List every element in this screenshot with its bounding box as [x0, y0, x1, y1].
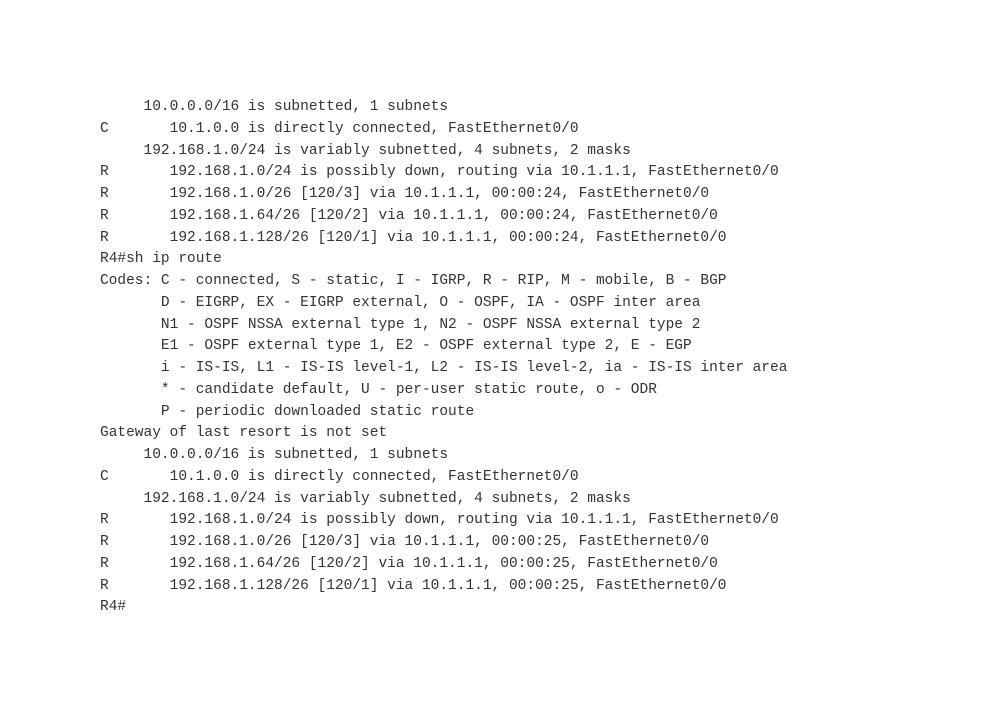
- terminal-output[interactable]: 10.0.0.0/16 is subnetted, 1 subnetsC 10.…: [0, 97, 1000, 619]
- codes-legend-line: N1 - OSPF NSSA external type 1, N2 - OSP…: [100, 315, 1000, 337]
- codes-legend-line: * - candidate default, U - per-user stat…: [100, 380, 1000, 402]
- codes-legend-line: P - periodic downloaded static route: [100, 402, 1000, 424]
- route-entry-line: 10.0.0.0/16 is subnetted, 1 subnets: [100, 97, 1000, 119]
- route-entry-line: 10.0.0.0/16 is subnetted, 1 subnets: [100, 445, 1000, 467]
- codes-legend-line: i - IS-IS, L1 - IS-IS level-1, L2 - IS-I…: [100, 358, 1000, 380]
- route-entry-line: R 192.168.1.64/26 [120/2] via 10.1.1.1, …: [100, 554, 1000, 576]
- route-entry-line: R 192.168.1.0/26 [120/3] via 10.1.1.1, 0…: [100, 532, 1000, 554]
- codes-legend-line: D - EIGRP, EX - EIGRP external, O - OSPF…: [100, 293, 1000, 315]
- route-entry-line: R 192.168.1.64/26 [120/2] via 10.1.1.1, …: [100, 206, 1000, 228]
- command-prompt-line: R4#sh ip route: [100, 249, 1000, 271]
- route-entry-line: 192.168.1.0/24 is variably subnetted, 4 …: [100, 489, 1000, 511]
- route-entry-line: R 192.168.1.0/26 [120/3] via 10.1.1.1, 0…: [100, 184, 1000, 206]
- route-entry-line: 192.168.1.0/24 is variably subnetted, 4 …: [100, 141, 1000, 163]
- gateway-status-line: Gateway of last resort is not set: [100, 423, 1000, 445]
- route-entry-line: R 192.168.1.128/26 [120/1] via 10.1.1.1,…: [100, 228, 1000, 250]
- codes-legend-line: Codes: C - connected, S - static, I - IG…: [100, 271, 1000, 293]
- route-entry-line: R 192.168.1.128/26 [120/1] via 10.1.1.1,…: [100, 576, 1000, 598]
- route-entry-line: C 10.1.0.0 is directly connected, FastEt…: [100, 467, 1000, 489]
- codes-legend-line: E1 - OSPF external type 1, E2 - OSPF ext…: [100, 336, 1000, 358]
- route-entry-line: R 192.168.1.0/24 is possibly down, routi…: [100, 510, 1000, 532]
- route-entry-line: R 192.168.1.0/24 is possibly down, routi…: [100, 162, 1000, 184]
- route-entry-line: C 10.1.0.0 is directly connected, FastEt…: [100, 119, 1000, 141]
- command-prompt-line: R4#: [100, 597, 1000, 619]
